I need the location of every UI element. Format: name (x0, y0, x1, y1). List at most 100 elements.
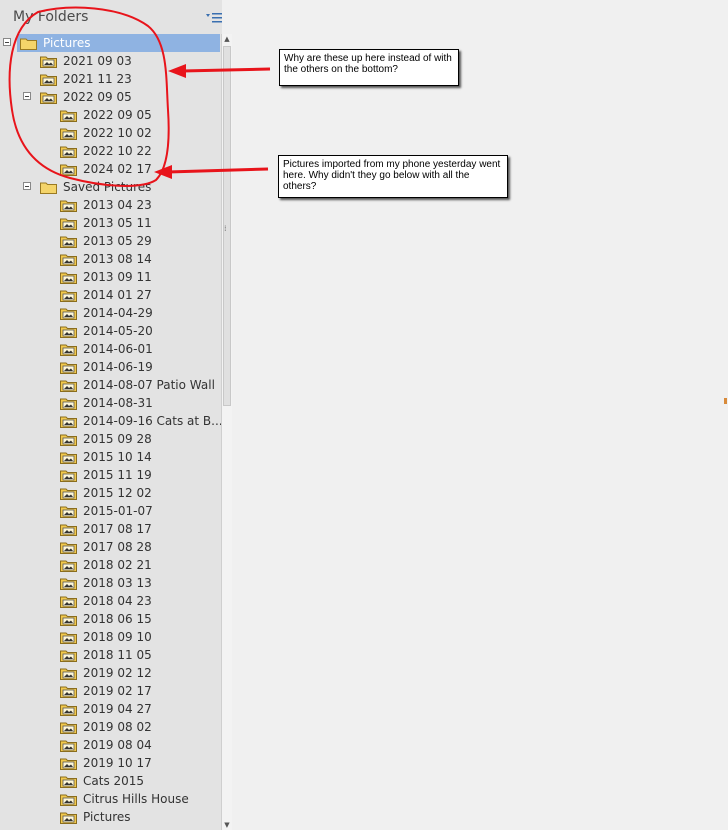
image-folder-icon (60, 433, 77, 446)
tree-row[interactable]: 2013 04 23 (0, 196, 220, 214)
collapse-toggle-icon[interactable] (3, 38, 11, 46)
image-folder-icon (60, 757, 77, 770)
scroll-up-arrow-icon[interactable]: ▲ (222, 34, 232, 44)
tree-row[interactable]: Pictures (0, 808, 220, 826)
tree-row-label: 2013 05 29 (83, 234, 152, 248)
tree-row[interactable]: Pictures (0, 34, 220, 52)
image-folder-icon (60, 613, 77, 626)
tree-row-label: 2019 04 27 (83, 702, 152, 716)
tree-row[interactable]: 2024 02 17 (0, 160, 220, 178)
tree-row[interactable]: 2019 04 27 (0, 700, 220, 718)
folder-panel: My Folders Pictures 2021 09 03 2021 11 23 2… (0, 0, 223, 830)
tree-row-label: 2022 10 22 (83, 144, 152, 158)
tree-row[interactable]: 2014-05-20 (0, 322, 220, 340)
tree-row[interactable]: 2018 11 05 (0, 646, 220, 664)
tree-row-label: 2018 02 21 (83, 558, 152, 572)
tree-row[interactable]: 2019 02 12 (0, 664, 220, 682)
tree-row-label: 2019 02 12 (83, 666, 152, 680)
tree-row[interactable]: 2022 09 05 (0, 88, 220, 106)
image-folder-icon (60, 487, 77, 500)
tree-row[interactable]: 2021 11 23 (0, 70, 220, 88)
tree-row-label: 2014-05-20 (83, 324, 153, 338)
image-folder-icon (60, 271, 77, 284)
vertical-scrollbar[interactable]: ▲ ▼ (221, 34, 232, 830)
image-folder-icon (60, 199, 77, 212)
plain-folder-icon (20, 37, 37, 50)
image-folder-icon (60, 685, 77, 698)
tree-row[interactable]: 2014-08-31 (0, 394, 220, 412)
tree-row-label: Saved Pictures (63, 180, 152, 194)
image-folder-icon (60, 109, 77, 122)
tree-row[interactable]: 2014-09-16 Cats at B... (0, 412, 223, 430)
tree-row[interactable]: 2022 09 05 (0, 106, 220, 124)
tree-row[interactable]: 2017 08 28 (0, 538, 220, 556)
tree-row-label: 2013 09 11 (83, 270, 152, 284)
annotation-note-2: Pictures imported from my phone yesterda… (278, 155, 508, 198)
tree-row[interactable]: 2013 05 11 (0, 214, 220, 232)
image-folder-icon (60, 631, 77, 644)
tree-row-label: 2014-06-19 (83, 360, 153, 374)
image-folder-icon (60, 343, 77, 356)
collapse-toggle-icon[interactable] (23, 182, 31, 190)
tree-row[interactable]: 2014-06-19 (0, 358, 220, 376)
tree-row-label: 2022 09 05 (63, 90, 132, 104)
tree-row[interactable]: 2021 09 03 (0, 52, 220, 70)
splitter-grip-icon[interactable]: ⁞ (224, 224, 228, 233)
tree-row[interactable]: 2014 01 27 (0, 286, 220, 304)
tree-row-label: 2014-09-16 Cats at B... (83, 414, 223, 428)
tree-row-label: 2024 02 17 (83, 162, 152, 176)
tree-row-label: 2015 12 02 (83, 486, 152, 500)
tree-row[interactable]: 2014-06-01 (0, 340, 220, 358)
image-folder-icon (60, 361, 77, 374)
tree-row[interactable]: 2022 10 22 (0, 142, 220, 160)
tree-row-label: Citrus Hills House (83, 792, 189, 806)
tree-row[interactable]: 2015 12 02 (0, 484, 220, 502)
scroll-down-arrow-icon[interactable]: ▼ (222, 820, 232, 830)
tree-row[interactable]: 2014-04-29 (0, 304, 220, 322)
tree-row[interactable]: 2018 02 21 (0, 556, 220, 574)
tree-row[interactable]: 2015 09 28 (0, 430, 220, 448)
tree-row-label: 2018 03 13 (83, 576, 152, 590)
edge-marker (724, 398, 727, 404)
tree-row[interactable]: 2013 08 14 (0, 250, 220, 268)
image-folder-icon (60, 217, 77, 230)
tree-row-label: Pictures (43, 36, 91, 50)
image-folder-icon (60, 415, 77, 428)
tree-row[interactable]: 2013 05 29 (0, 232, 220, 250)
tree-row[interactable]: 2019 08 02 (0, 718, 220, 736)
tree-row-label: 2019 08 04 (83, 738, 152, 752)
tree-row-label: Pictures (83, 810, 131, 824)
tree-row[interactable]: 2022 10 02 (0, 124, 220, 142)
tree-row[interactable]: 2019 10 17 (0, 754, 220, 772)
tree-row[interactable]: 2018 03 13 (0, 574, 220, 592)
tree-row-label: 2021 11 23 (63, 72, 132, 86)
tree-row[interactable]: 2018 04 23 (0, 592, 220, 610)
tree-row[interactable]: Citrus Hills House (0, 790, 220, 808)
image-folder-icon (40, 91, 57, 104)
tree-row-label: 2013 05 11 (83, 216, 152, 230)
tree-row[interactable]: 2018 09 10 (0, 628, 220, 646)
tree-row[interactable]: 2018 06 15 (0, 610, 220, 628)
tree-row-label: 2019 10 17 (83, 756, 152, 770)
tree-row[interactable]: 2015 10 14 (0, 448, 220, 466)
image-folder-icon (60, 307, 77, 320)
tree-row[interactable]: 2019 08 04 (0, 736, 220, 754)
tree-row[interactable]: Saved Pictures (0, 178, 220, 196)
tree-row-label: 2018 06 15 (83, 612, 152, 626)
tree-row-label: 2014-06-01 (83, 342, 153, 356)
image-folder-icon (60, 595, 77, 608)
panel-menu-icon[interactable] (206, 12, 222, 24)
tree-row[interactable]: 2013 09 11 (0, 268, 220, 286)
image-folder-icon (40, 73, 57, 86)
tree-row[interactable]: 2015-01-07 (0, 502, 220, 520)
tree-row[interactable]: Cats 2015 (0, 772, 220, 790)
collapse-toggle-icon[interactable] (23, 92, 31, 100)
tree-row[interactable]: 2015 11 19 (0, 466, 220, 484)
tree-row-label: 2015 10 14 (83, 450, 152, 464)
tree-row[interactable]: 2014-08-07 Patio Wall (0, 376, 220, 394)
tree-row-label: 2015-01-07 (83, 504, 153, 518)
tree-row[interactable]: 2019 02 17 (0, 682, 220, 700)
tree-row-label: 2018 09 10 (83, 630, 152, 644)
tree-row-label: 2013 08 14 (83, 252, 152, 266)
tree-row[interactable]: 2017 08 17 (0, 520, 220, 538)
